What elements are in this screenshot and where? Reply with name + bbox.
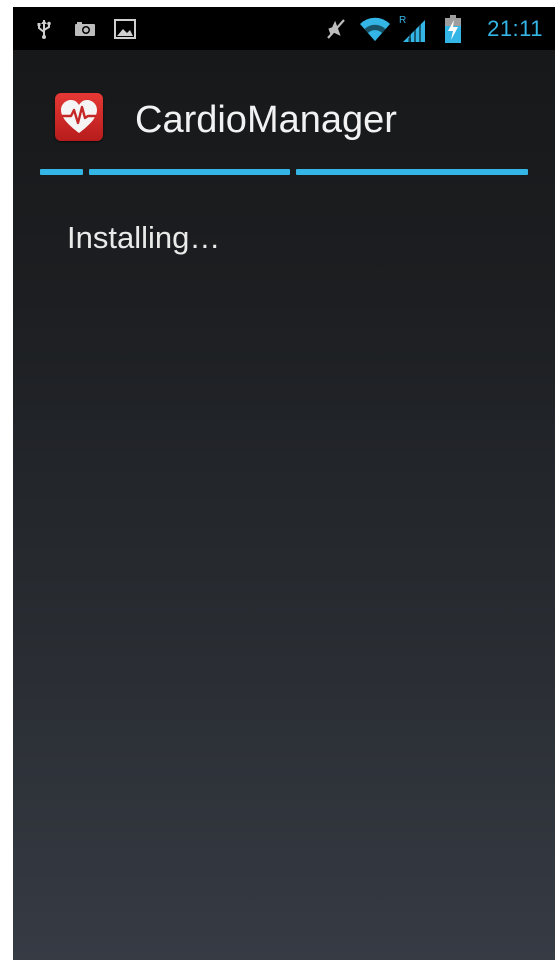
camera-icon: [73, 7, 97, 50]
mute-icon: [323, 7, 349, 50]
signal-roaming-icon: R: [396, 7, 428, 50]
battery-charging-icon: [443, 7, 463, 50]
wifi-icon: [358, 7, 392, 50]
progress-segment: [89, 169, 290, 175]
phone-screen: R 21:11 CardioManager Installing…: [13, 7, 555, 960]
action-bar: CardioManager: [13, 50, 555, 168]
roaming-mark: R: [399, 15, 406, 26]
installing-status-text: Installing…: [67, 220, 221, 255]
usb-icon: [35, 7, 53, 50]
progress-segment: [40, 169, 83, 175]
progress-segment: [296, 169, 528, 175]
status-clock: 21:11: [487, 16, 543, 41]
status-bar: R 21:11: [13, 7, 555, 50]
app-title: CardioManager: [135, 99, 397, 141]
heart-pulse-icon[interactable]: [55, 93, 103, 141]
image-icon: [113, 7, 137, 50]
